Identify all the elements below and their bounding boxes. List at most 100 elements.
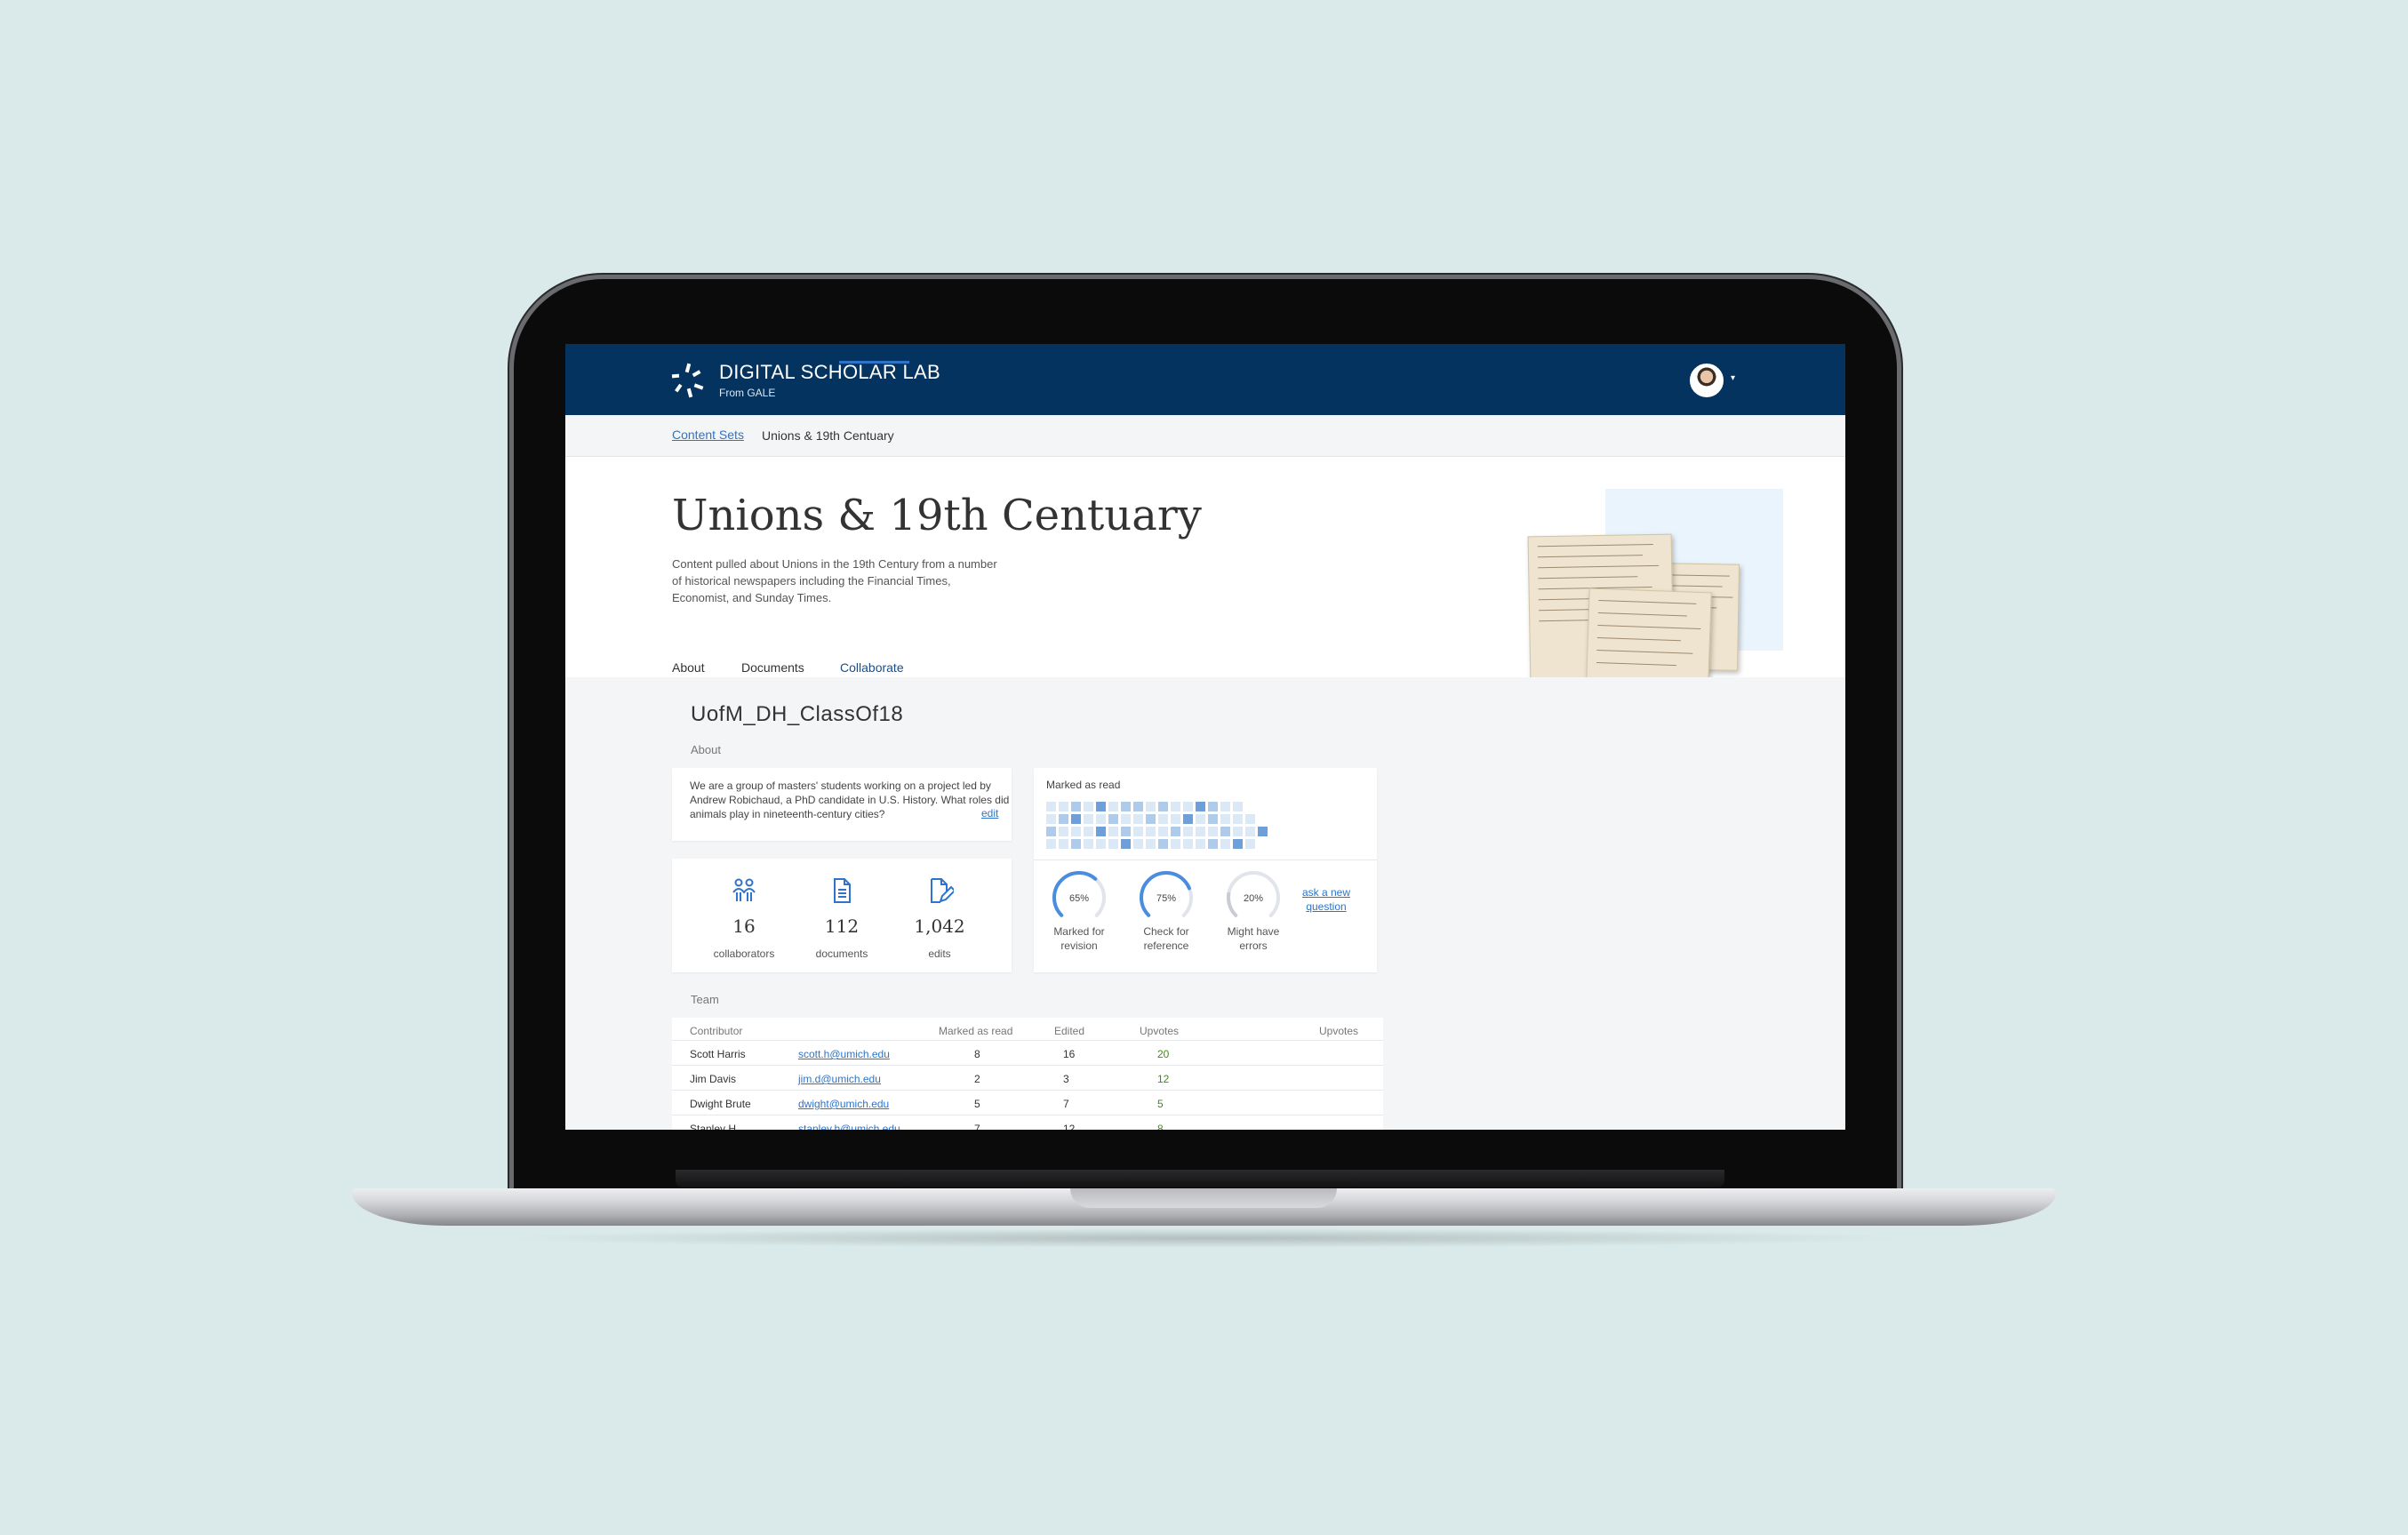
col-contributor: Contributor [690,1025,743,1037]
edit-link[interactable]: edit [981,807,998,819]
stat-edits: 1,042 edits [891,876,988,960]
heatmap-cell [1245,802,1255,811]
heatmap-cell [1071,802,1081,811]
heatmap-cell [1071,839,1081,849]
heatmap-cell [1245,814,1255,824]
app-title: DIGITAL SCHOLAR LAB [719,361,940,383]
about-heading: About [691,743,721,756]
tab-about[interactable]: About [672,660,705,675]
heatmap-cell [1146,827,1156,836]
collaborators-label: collaborators [713,947,775,960]
breadcrumb: Content Sets Unions & 19th Centuary [565,415,1845,457]
contributor-email-link[interactable]: jim.d@umich.edu [798,1073,881,1085]
gauge-caption: Might have errors [1227,925,1280,952]
chevron-down-icon[interactable]: ▾ [1731,373,1735,383]
contributor-email-link[interactable]: scott.h@umich.edu [798,1048,890,1060]
collaborators-icon [732,878,756,901]
heatmap-cell [1096,839,1106,849]
heatmap-cell [1108,802,1118,811]
contributor-name: Jim Davis [690,1073,737,1085]
heatmap-cell [1059,827,1068,836]
heatmap-cell [1208,839,1218,849]
reading-progress-card: Marked as read 65% Marked for revision 75%… [1034,768,1377,972]
about-text: We are a group of masters' students work… [690,779,1010,820]
gauge-1[interactable]: 75% Check for reference [1126,867,1206,953]
heatmap-cell [1270,839,1280,849]
documents-count: 112 [824,915,860,937]
laptop-shadow [498,1228,1911,1248]
col-marked-as-read: Marked as read [939,1025,1013,1037]
heatmap-cell [1270,814,1280,824]
upvotes-value: 5 [1157,1098,1164,1110]
heatmap-cell [1146,839,1156,849]
heatmap-cell [1108,814,1118,824]
heatmap-cell [1171,839,1180,849]
gauge-caption: Marked for revision [1053,925,1105,952]
heatmap-cell [1245,827,1255,836]
breadcrumb-link-content-sets[interactable]: Content Sets [672,428,744,442]
contributor-name: Scott Harris [690,1048,746,1060]
heatmap-cell [1183,827,1193,836]
heatmap-cell [1220,839,1230,849]
heatmap-cell [1183,814,1193,824]
heatmap-cell [1258,839,1268,849]
ask-question-link[interactable]: ask a new question [1295,885,1357,914]
contributor-email-link[interactable]: dwight@umich.edu [798,1098,889,1110]
heatmap-cell [1133,839,1143,849]
heatmap-cell [1133,802,1143,811]
heatmap-cell [1208,802,1218,811]
heatmap-cell [1158,814,1168,824]
gauge-2[interactable]: 20% Might have errors [1213,867,1293,953]
divider [1034,859,1377,860]
heatmap-cell [1196,802,1205,811]
edits-count: 1,042 [914,915,965,937]
upvotes-value: 20 [1157,1048,1170,1060]
heatmap-cell [1108,839,1118,849]
edits-label: edits [928,947,951,960]
heatmap-cell [1084,802,1093,811]
heatmap-cell [1258,827,1268,836]
heatmap-cell [1196,839,1205,849]
heatmap-cell [1171,827,1180,836]
heatmap-cell [1046,839,1056,849]
gauge-percent: 75% [1156,893,1176,904]
heatmap-cell [1220,814,1230,824]
heatmap-cell [1108,827,1118,836]
tab-collaborate[interactable]: Collaborate [840,660,904,675]
heatmap-cell [1196,827,1205,836]
heatmap-cell [1121,802,1131,811]
table-row: Dwight Brute dwight@umich.edu 5 7 5 [672,1091,1383,1115]
heatmap-cell [1121,814,1131,824]
heatmap-cell [1158,827,1168,836]
heatmap-cell [1171,814,1180,824]
table-row: Stanley H stanley.h@umich.edu 7 12 8 [672,1115,1383,1130]
documents-label: documents [815,947,868,960]
heatmap-cell [1245,839,1255,849]
heatmap-cell [1220,802,1230,811]
tab-documents[interactable]: Documents [741,660,804,675]
heatmap-cell [1171,802,1180,811]
progress-ring-icon: 20% [1227,871,1280,923]
heatmap-cell [1071,827,1081,836]
contributor-email-link[interactable]: stanley.h@umich.edu [798,1123,900,1130]
heatmap-cell [1208,827,1218,836]
collaborators-count: 16 [732,915,756,937]
contributor-name: Dwight Brute [690,1098,751,1110]
gauge-0[interactable]: 65% Marked for revision [1039,867,1119,953]
edits-icon [931,878,954,903]
team-heading: Team [691,993,719,1006]
page-description: Content pulled about Unions in the 19th … [672,557,997,604]
progress-ring-icon: 75% [1140,871,1193,923]
heatmap-cell [1133,827,1143,836]
page-title: Unions & 19th Centuary [672,491,1202,540]
heatmap-cell [1233,802,1243,811]
user-avatar[interactable] [1690,364,1724,397]
heatmap-cell [1146,814,1156,824]
heatmap-cell [1046,827,1056,836]
stat-documents: 112 documents [793,876,891,960]
upvotes-value: 8 [1157,1123,1164,1130]
col-upvotes-2: Upvotes [1319,1025,1359,1037]
marked-as-read-value: 8 [974,1048,980,1060]
app-header: DIGITAL SCHOLAR LAB From GALE ▾ [565,344,1845,415]
heatmap-cell [1258,814,1268,824]
